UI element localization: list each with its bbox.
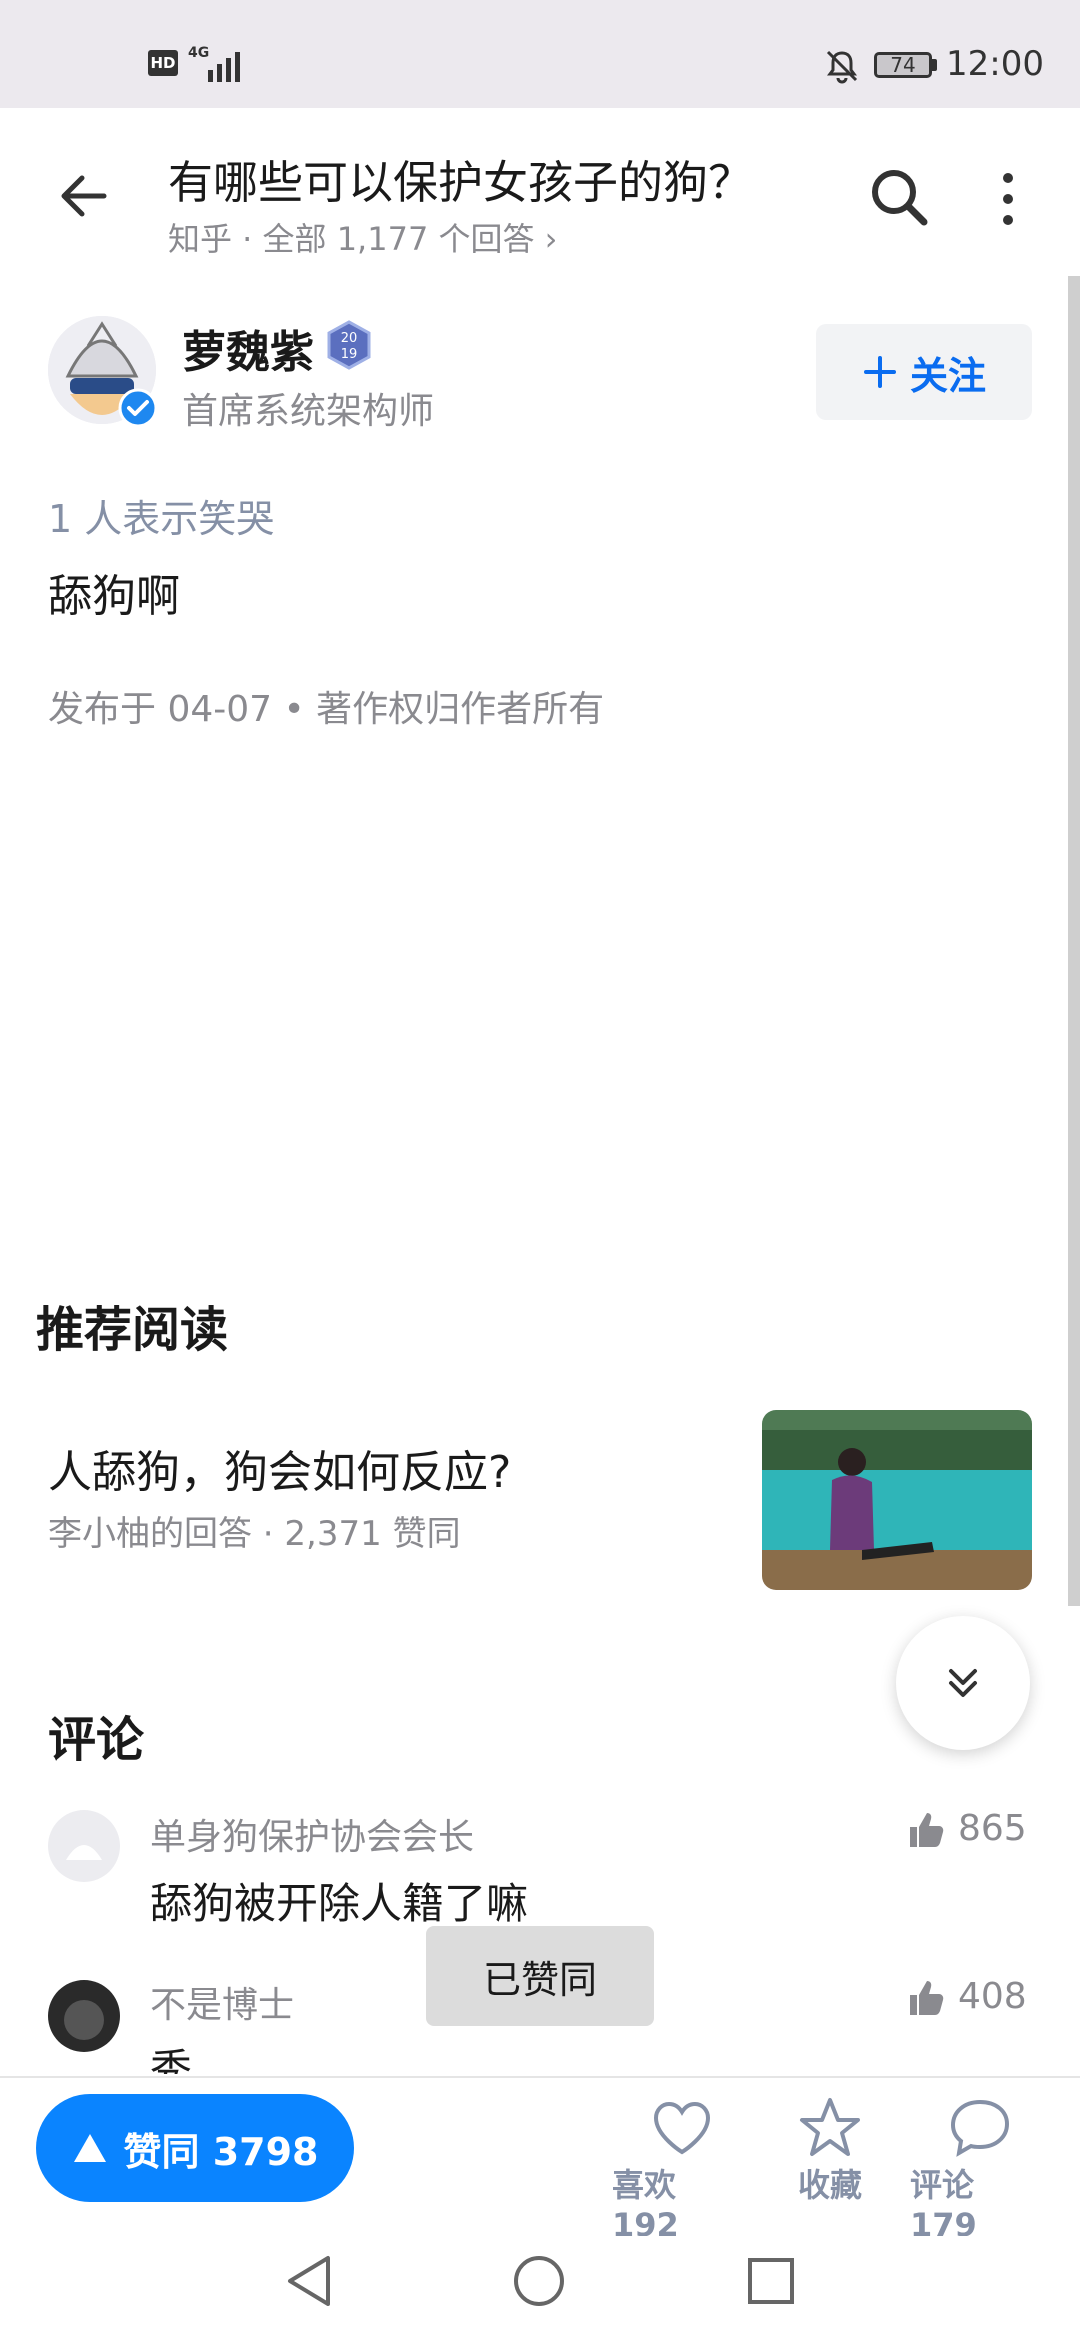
- comment-avatar[interactable]: [48, 1980, 120, 2052]
- triangle-up-icon: [73, 2134, 106, 2162]
- question-subtitle[interactable]: 知乎 · 全部 1,177 个回答 ›: [168, 214, 557, 260]
- clock: 12:00: [946, 44, 1044, 84]
- battery-icon: 74: [874, 52, 932, 78]
- comment-author[interactable]: 不是博士: [150, 1976, 294, 2028]
- bell-off-icon: [826, 50, 858, 84]
- more-vertical-icon[interactable]: [990, 166, 1026, 232]
- hd-indicator: HD: [148, 50, 178, 76]
- like-button[interactable]: 喜欢 192: [612, 2096, 752, 2244]
- back-arrow-icon[interactable]: [54, 166, 114, 226]
- comment-text: 秀: [150, 2045, 193, 2074]
- signal-icon: [208, 52, 240, 82]
- comment-like-count: 408: [958, 1976, 1027, 2017]
- author-headline: 首席系统架构师: [182, 391, 435, 432]
- post-meta: 发布于 04-07 • 著作权归作者所有: [48, 689, 605, 730]
- comment-text: 舔狗被开除人籍了嘛: [150, 1879, 529, 1928]
- battery-cap: [932, 59, 937, 71]
- comment-like-button[interactable]: 408: [906, 1976, 1027, 2017]
- medal-bottom-text: 19: [341, 347, 358, 362]
- comment-button[interactable]: 评论 179: [910, 2096, 1050, 2244]
- comment-like-count: 865: [958, 1808, 1027, 1849]
- recommended-title[interactable]: 人舔狗，狗会如何反应?: [48, 1436, 511, 1500]
- comment-avatar[interactable]: [48, 1810, 120, 1882]
- toast-message: 已赞同: [426, 1926, 654, 2026]
- upvote-label: 赞同 3798: [123, 2129, 319, 2174]
- nav-back-icon[interactable]: [284, 2254, 334, 2308]
- double-chevron-down-icon: [949, 1669, 977, 1697]
- follow-label: 关注: [909, 353, 986, 398]
- upvote-button[interactable]: 赞同 3798: [36, 2094, 354, 2202]
- plus-icon: [863, 356, 896, 388]
- comment-author[interactable]: 单身狗保护协会会长: [150, 1808, 474, 1860]
- comment-label: 评论 179: [910, 2166, 977, 2244]
- answer-body: 舔狗啊: [48, 571, 180, 622]
- nav-home-icon[interactable]: [512, 2254, 566, 2308]
- network-type: 4G: [188, 45, 210, 61]
- recommended-thumbnail[interactable]: [762, 1410, 1032, 1590]
- verified-icon: [118, 388, 158, 428]
- nav-recents-icon[interactable]: [746, 2256, 796, 2306]
- medal-badge[interactable]: 20 19: [324, 320, 374, 370]
- collect-button[interactable]: 收藏: [760, 2096, 900, 2206]
- comments-heading: 评论: [48, 1712, 145, 1768]
- star-icon: [800, 2098, 860, 2156]
- collect-label: 收藏: [797, 2166, 862, 2204]
- scrollbar[interactable]: [1068, 276, 1080, 1606]
- medal-top-text: 20: [341, 331, 358, 346]
- search-icon[interactable]: [866, 164, 932, 230]
- thumbs-up-icon: [910, 1980, 944, 2015]
- comment-icon: [950, 2099, 1010, 2157]
- comment-like-button[interactable]: 865: [906, 1808, 1027, 1849]
- recommended-heading: 推荐阅读: [36, 1302, 229, 1358]
- heart-icon: [653, 2101, 711, 2155]
- thumbs-up-icon: [910, 1812, 944, 1847]
- follow-button[interactable]: 关注: [816, 324, 1032, 420]
- author-name[interactable]: 萝魏紫: [182, 316, 314, 380]
- scroll-next-button[interactable]: [896, 1616, 1030, 1750]
- like-label: 喜欢 192: [612, 2166, 679, 2244]
- reaction-summary[interactable]: 1 人表示笑哭: [48, 488, 274, 543]
- question-title[interactable]: 有哪些可以保护女孩子的狗？: [168, 146, 753, 211]
- recommended-subtitle: 李小柚的回答 · 2,371 赞同: [48, 1514, 461, 1554]
